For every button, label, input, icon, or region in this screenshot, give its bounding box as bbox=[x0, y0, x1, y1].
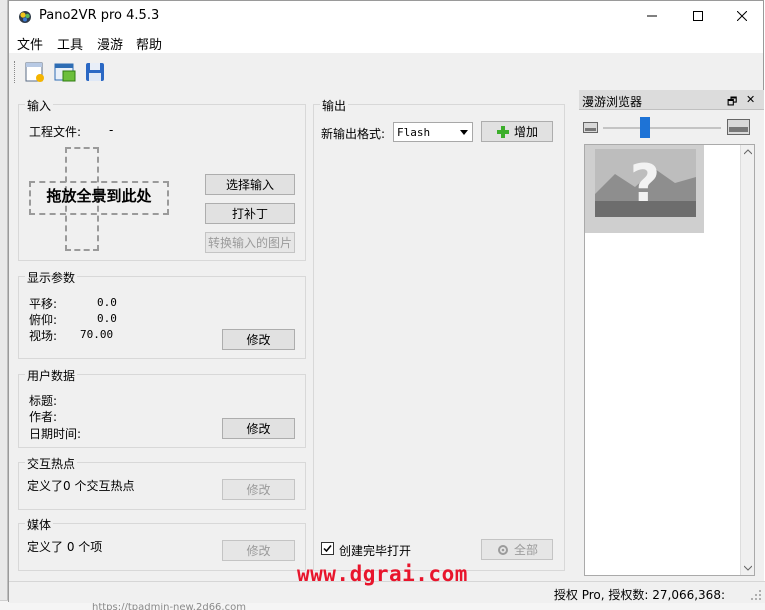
panorama-thumbnail[interactable]: ? bbox=[585, 145, 704, 233]
author-label: 作者: bbox=[29, 410, 58, 424]
add-output-button[interactable]: 增加 bbox=[481, 121, 553, 142]
minimize-icon bbox=[647, 15, 657, 17]
scroll-down-icon[interactable] bbox=[744, 565, 752, 571]
patch-button[interactable]: 打补丁 bbox=[205, 203, 295, 224]
build-all-button[interactable]: 全部 bbox=[481, 539, 553, 560]
fov-value: 70.00 bbox=[80, 328, 114, 341]
thumbnail-size-track bbox=[603, 127, 721, 129]
menu-help[interactable]: 帮助 bbox=[136, 34, 162, 53]
large-thumbnail-icon bbox=[727, 119, 750, 135]
maximize-icon bbox=[693, 11, 703, 21]
restore-pane-icon[interactable]: 🗗 bbox=[727, 93, 737, 112]
pano2vr-app-icon bbox=[19, 11, 31, 23]
open-project-icon[interactable] bbox=[53, 60, 77, 84]
thumbnail-size-slider[interactable] bbox=[640, 117, 650, 138]
media-panel-title: 媒体 bbox=[25, 516, 54, 533]
tour-browser-pane: 漫游浏览器 🗗 ✕ ? bbox=[579, 90, 764, 581]
toolbar bbox=[9, 53, 579, 90]
tilt-value: 0.0 bbox=[97, 312, 117, 325]
svg-text:?: ? bbox=[630, 154, 660, 214]
title-bar: Pano2VR pro 4.5.3 bbox=[9, 1, 763, 31]
drop-zone-text: 拖放全景到此处 bbox=[46, 187, 152, 205]
minimize-button[interactable] bbox=[629, 1, 675, 31]
resize-grip-icon[interactable] bbox=[750, 589, 762, 601]
media-modify-button[interactable]: 修改 bbox=[222, 540, 295, 561]
output-format-select[interactable]: Flash bbox=[393, 122, 473, 142]
datetime-label: 日期时间: bbox=[29, 427, 82, 441]
tour-browser-title: 漫游浏览器 bbox=[582, 95, 643, 109]
plus-icon bbox=[496, 125, 509, 138]
title-label: 标题: bbox=[29, 394, 58, 408]
output-panel bbox=[313, 104, 565, 571]
new-project-icon[interactable] bbox=[23, 60, 47, 84]
tilt-label: 俯仰: bbox=[29, 313, 58, 327]
watermark-text: www.dgrai.com bbox=[297, 562, 468, 586]
convert-input-button[interactable]: 转换输入的图片 bbox=[205, 232, 295, 253]
menu-tour[interactable]: 漫游 bbox=[97, 34, 123, 53]
tour-thumbnail-list[interactable]: ? bbox=[584, 144, 755, 576]
placeholder-panorama-image: ? bbox=[595, 149, 696, 217]
output-panel-title: 输出 bbox=[320, 97, 349, 114]
close-pane-icon[interactable]: ✕ bbox=[746, 93, 755, 106]
toolbar-grip bbox=[14, 61, 16, 83]
media-count-text: 定义了 0 个项 bbox=[27, 540, 103, 554]
add-output-label: 增加 bbox=[513, 125, 538, 139]
open-after-create-label: 创建完毕打开 bbox=[339, 544, 412, 558]
small-thumbnail-icon bbox=[583, 122, 598, 133]
window-title: Pano2VR pro 4.5.3 bbox=[39, 8, 160, 23]
check-icon bbox=[323, 545, 332, 553]
menu-file[interactable]: 文件 bbox=[17, 34, 43, 53]
output-format-label: 新输出格式: bbox=[321, 127, 386, 141]
hotspot-panel-title: 交互热点 bbox=[25, 455, 78, 472]
background-window-edge bbox=[0, 0, 8, 610]
hotspot-modify-button[interactable]: 修改 bbox=[222, 479, 295, 500]
display-params-title: 显示参数 bbox=[25, 269, 78, 286]
user-data-title: 用户数据 bbox=[25, 367, 78, 384]
menu-tools[interactable]: 工具 bbox=[57, 34, 83, 53]
tour-browser-titlebar: 漫游浏览器 🗗 ✕ bbox=[579, 90, 764, 110]
project-file-label: 工程文件: bbox=[29, 125, 82, 139]
gear-icon bbox=[497, 544, 508, 555]
open-after-create-checkbox[interactable] bbox=[321, 542, 334, 555]
close-button[interactable] bbox=[719, 1, 765, 31]
menu-bar: 文件 工具 漫游 帮助 bbox=[9, 31, 763, 53]
maximize-button[interactable] bbox=[675, 1, 721, 31]
select-input-button[interactable]: 选择输入 bbox=[205, 174, 295, 195]
display-modify-button[interactable]: 修改 bbox=[222, 329, 295, 350]
project-file-value: - bbox=[109, 123, 114, 137]
close-icon bbox=[737, 11, 747, 21]
license-status-text: 授权 Pro, 授权数: 27,066,368: bbox=[553, 588, 725, 602]
pan-label: 平移: bbox=[29, 297, 58, 311]
chevron-down-icon bbox=[460, 130, 468, 135]
background-url-text: https://tpadmin-new.2d66.com bbox=[92, 602, 246, 610]
build-all-label: 全部 bbox=[513, 543, 538, 557]
app-window: Pano2VR pro 4.5.3 文件 工具 漫游 帮助 输入 工程文件: -… bbox=[8, 0, 765, 603]
thumbnail-list-scrollbar[interactable] bbox=[740, 145, 754, 575]
input-panel-title: 输入 bbox=[25, 97, 54, 114]
scroll-up-icon[interactable] bbox=[744, 149, 752, 155]
output-format-value: Flash bbox=[397, 126, 431, 139]
save-project-icon[interactable] bbox=[83, 60, 107, 84]
panorama-drop-zone[interactable]: 拖放全景到此处 bbox=[29, 147, 169, 251]
hotspot-count-text: 定义了0 个交互热点 bbox=[27, 479, 135, 493]
pan-value: 0.0 bbox=[97, 296, 117, 309]
fov-label: 视场: bbox=[29, 329, 58, 343]
user-data-modify-button[interactable]: 修改 bbox=[222, 418, 295, 439]
